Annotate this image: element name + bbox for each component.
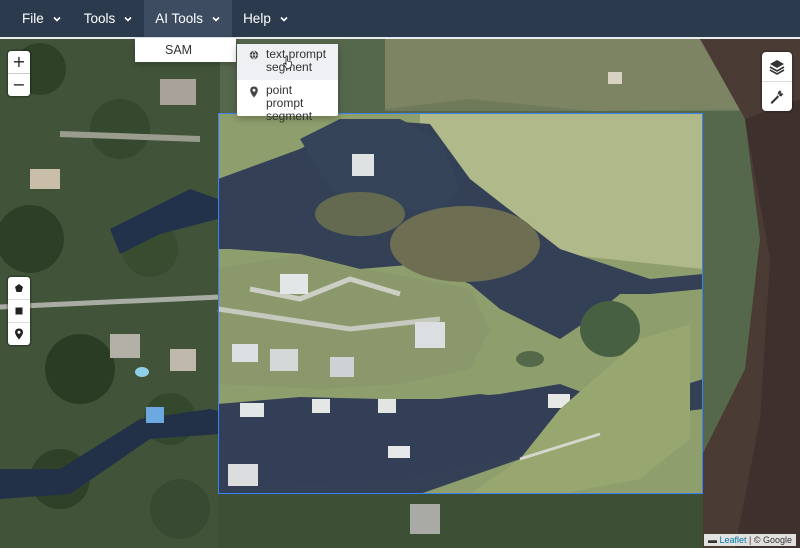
map-pin-icon <box>249 86 263 101</box>
rectangle-icon[interactable] <box>8 299 30 322</box>
polygon-icon[interactable] <box>8 277 30 299</box>
chevron-down-icon <box>279 14 289 24</box>
map-attribution: ▬ Leaflet | © Google <box>703 534 796 546</box>
chevron-down-icon <box>123 14 133 24</box>
marker-icon[interactable] <box>8 322 30 345</box>
mouse-pointer-icon <box>282 55 292 70</box>
zoom-in-button[interactable]: + <box>8 51 30 73</box>
menu-help[interactable]: Help <box>232 0 300 37</box>
leaflet-flag-icon: ▬ <box>707 535 720 545</box>
leaflet-link[interactable]: ▬ Leaflet <box>708 535 747 545</box>
menu-item-sam[interactable]: SAM <box>135 38 236 62</box>
menu-file[interactable]: File <box>0 0 73 37</box>
menu-tools-label: Tools <box>83 11 116 26</box>
zoom-out-button[interactable]: − <box>8 73 30 96</box>
menu-tools[interactable]: Tools <box>73 0 145 37</box>
menu-item-point-prompt-segment[interactable]: point prompt segment <box>237 80 338 123</box>
menu-file-label: File <box>22 11 44 26</box>
draw-toolbar <box>8 277 30 345</box>
chevron-down-icon <box>211 14 221 24</box>
text-prompt-segment-label: text prompt segment <box>266 47 327 74</box>
menu-bar: File Tools AI Tools Help <box>0 0 800 39</box>
map-right-controls <box>762 52 792 111</box>
point-prompt-segment-label: point prompt segment <box>266 83 313 123</box>
ai-tools-dropdown: SAM <box>135 38 236 62</box>
menu-ai-tools-label: AI Tools <box>155 11 204 26</box>
menu-ai-tools[interactable]: AI Tools <box>144 0 233 37</box>
zoom-control: + − <box>8 51 30 96</box>
wrench-icon[interactable] <box>762 81 792 111</box>
layers-icon[interactable] <box>762 52 792 81</box>
selection-rectangle[interactable] <box>218 113 703 494</box>
chevron-down-icon <box>52 14 62 24</box>
globe-icon <box>249 50 263 63</box>
menu-help-label: Help <box>243 11 271 26</box>
map-view[interactable]: + − ▬ Leaflet | © Google <box>0 39 800 548</box>
